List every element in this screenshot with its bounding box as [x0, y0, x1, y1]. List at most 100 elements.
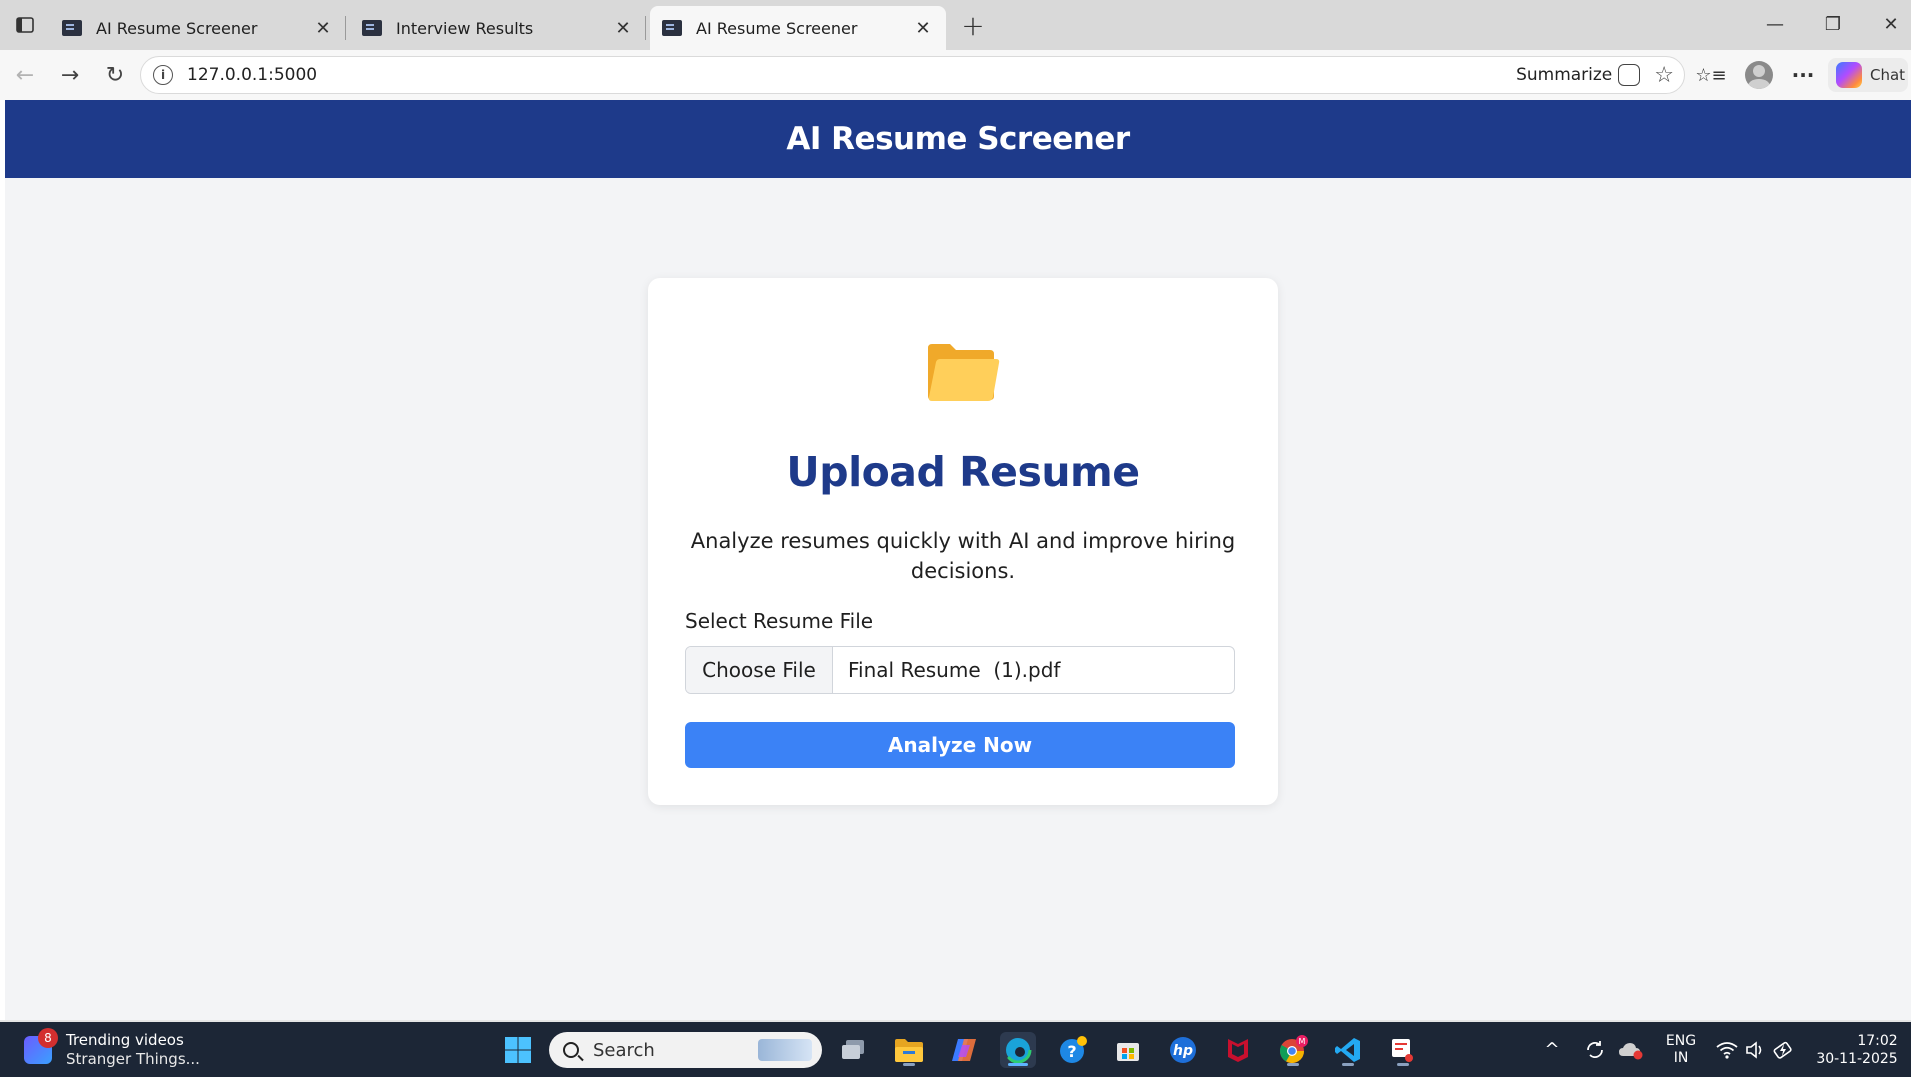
onedrive-offline-icon: [1619, 1042, 1643, 1059]
task-view-icon: [842, 1040, 864, 1059]
hp-icon: hp: [1170, 1037, 1196, 1063]
tab-close-icon[interactable]: ✕: [612, 17, 634, 39]
running-indicator: [903, 1063, 915, 1066]
svg-text:hp: hp: [1173, 1043, 1193, 1059]
avatar: [1745, 61, 1773, 89]
back-button[interactable]: ←: [8, 59, 42, 91]
widgets-icon: 8: [24, 1028, 58, 1064]
browser-toolbar: ← → ↻ i 127.0.0.1:5000 Summarize ☆ ☆≡ ··…: [0, 50, 1911, 100]
clock-date: 30-11-2025: [1816, 1050, 1898, 1067]
terminal-favicon-icon: [662, 20, 682, 36]
tab-close-icon[interactable]: ✕: [312, 17, 334, 39]
vscode-button[interactable]: [1330, 1032, 1366, 1068]
resume-file-input[interactable]: Choose File Final Resume (1).pdf: [685, 646, 1235, 694]
active-indicator: [1008, 1063, 1028, 1066]
search-placeholder: Search: [593, 1039, 655, 1061]
tab-ai-resume-screener-active[interactable]: AI Resume Screener ✕: [650, 6, 946, 50]
copilot-chat-button[interactable]: Chat: [1828, 58, 1908, 92]
tab-interview-results[interactable]: Interview Results ✕: [350, 6, 646, 50]
search-highlight-icon: [758, 1039, 812, 1061]
file-explorer-button[interactable]: [891, 1032, 927, 1068]
close-window-button[interactable]: ✕: [1862, 0, 1911, 48]
running-indicator: [1287, 1063, 1299, 1066]
profile-button[interactable]: [1741, 59, 1777, 91]
windows-start-button[interactable]: [500, 1032, 536, 1068]
chrome-icon: M: [1279, 1035, 1308, 1064]
onedrive-tray-button[interactable]: [1616, 1022, 1646, 1077]
clock[interactable]: 17:02 30-11-2025: [1812, 1022, 1902, 1077]
edge-button[interactable]: [1000, 1032, 1036, 1068]
mcafee-button[interactable]: [1220, 1032, 1256, 1068]
battery-tray-button[interactable]: [1770, 1022, 1798, 1077]
file-explorer-icon: [895, 1039, 923, 1062]
mcafee-icon: [1228, 1039, 1248, 1062]
chrome-button[interactable]: M: [1275, 1032, 1311, 1068]
news-widget[interactable]: 8 Trending videos Stranger Things...: [24, 1028, 200, 1069]
analyze-now-button[interactable]: Analyze Now: [685, 722, 1235, 768]
windows-start-icon: [505, 1037, 531, 1063]
site-info-icon[interactable]: i: [153, 65, 173, 85]
summarize-icon: [1618, 64, 1641, 86]
address-url[interactable]: 127.0.0.1:5000: [187, 65, 1516, 85]
vscode-icon: [1335, 1038, 1360, 1062]
running-indicator: [1342, 1063, 1354, 1066]
task-view-button[interactable]: [836, 1032, 872, 1068]
notification-badge: 8: [38, 1028, 58, 1048]
battery-charging-icon: [1773, 1041, 1792, 1059]
chat-label: Chat: [1870, 66, 1906, 84]
tab-title: AI Resume Screener: [96, 18, 258, 38]
svg-text:M: M: [1299, 1037, 1306, 1046]
terminal-favicon-icon: [62, 20, 82, 36]
tab-title: Interview Results: [396, 18, 534, 38]
more-options-button[interactable]: ···: [1785, 59, 1821, 91]
tab-title: AI Resume Screener: [696, 18, 858, 38]
file-field-label: Select Resume File: [685, 609, 874, 633]
copilot-icon: [952, 1039, 976, 1061]
choose-file-button[interactable]: Choose File: [686, 647, 833, 693]
restore-button[interactable]: ❐: [1804, 0, 1862, 48]
folder-icon: [928, 344, 1000, 401]
card-description: Analyze resumes quickly with AI and impr…: [690, 529, 1236, 583]
copilot-app-button[interactable]: [946, 1032, 982, 1068]
show-hidden-icons-button[interactable]: ^: [1540, 1022, 1564, 1077]
page-viewport: AI Resume Screener Upload Resume Analyze…: [5, 100, 1911, 1020]
language-code: ENG: [1665, 1032, 1697, 1049]
selected-file-name: Final Resume (1).pdf: [848, 658, 1061, 682]
volume-tray-button[interactable]: [1742, 1022, 1768, 1077]
site-header: AI Resume Screener: [5, 100, 1911, 178]
windows-taskbar: 8 Trending videos Stranger Things... Sea…: [0, 1022, 1911, 1077]
sync-tray-button[interactable]: [1580, 1022, 1610, 1077]
tab-ai-resume-screener-1[interactable]: AI Resume Screener ✕: [50, 6, 346, 50]
input-language-indicator[interactable]: ENG IN: [1660, 1022, 1702, 1077]
tab-actions-button[interactable]: [8, 10, 42, 40]
snipping-tool-button[interactable]: [1385, 1032, 1421, 1068]
wifi-tray-button[interactable]: [1712, 1022, 1742, 1077]
get-help-button[interactable]: ?: [1055, 1032, 1091, 1068]
new-tab-button[interactable]: +: [958, 9, 988, 42]
forward-button[interactable]: →: [53, 59, 87, 91]
summarize-button[interactable]: Summarize: [1516, 65, 1612, 85]
sync-icon: [1587, 1040, 1603, 1058]
news-title: Trending videos: [66, 1031, 184, 1049]
snipping-tool-icon: [1392, 1039, 1413, 1062]
clock-time: 17:02: [1857, 1032, 1898, 1049]
address-bar[interactable]: i 127.0.0.1:5000 Summarize ☆: [140, 56, 1685, 94]
svg-text:?: ?: [1067, 1042, 1076, 1061]
tab-close-icon[interactable]: ✕: [912, 17, 934, 39]
card-title: Upload Resume: [786, 448, 1140, 496]
favorites-button[interactable]: ☆≡: [1693, 59, 1729, 91]
hp-button[interactable]: hp: [1165, 1032, 1201, 1068]
terminal-favicon-icon: [362, 20, 382, 36]
taskbar-search[interactable]: Search: [549, 1032, 822, 1068]
news-subtitle: Stranger Things...: [66, 1050, 200, 1068]
sidebar-toggle-icon: [16, 17, 34, 33]
reload-button[interactable]: ↻: [98, 59, 132, 91]
favorite-star-icon[interactable]: ☆: [1654, 63, 1674, 88]
store-button[interactable]: [1110, 1032, 1146, 1068]
running-indicator: [1397, 1063, 1409, 1066]
minimize-button[interactable]: —: [1746, 0, 1804, 48]
region-code: IN: [1673, 1049, 1689, 1066]
copilot-icon: [1836, 62, 1862, 88]
edge-icon: [1004, 1036, 1032, 1064]
wifi-icon: [1716, 1041, 1738, 1059]
